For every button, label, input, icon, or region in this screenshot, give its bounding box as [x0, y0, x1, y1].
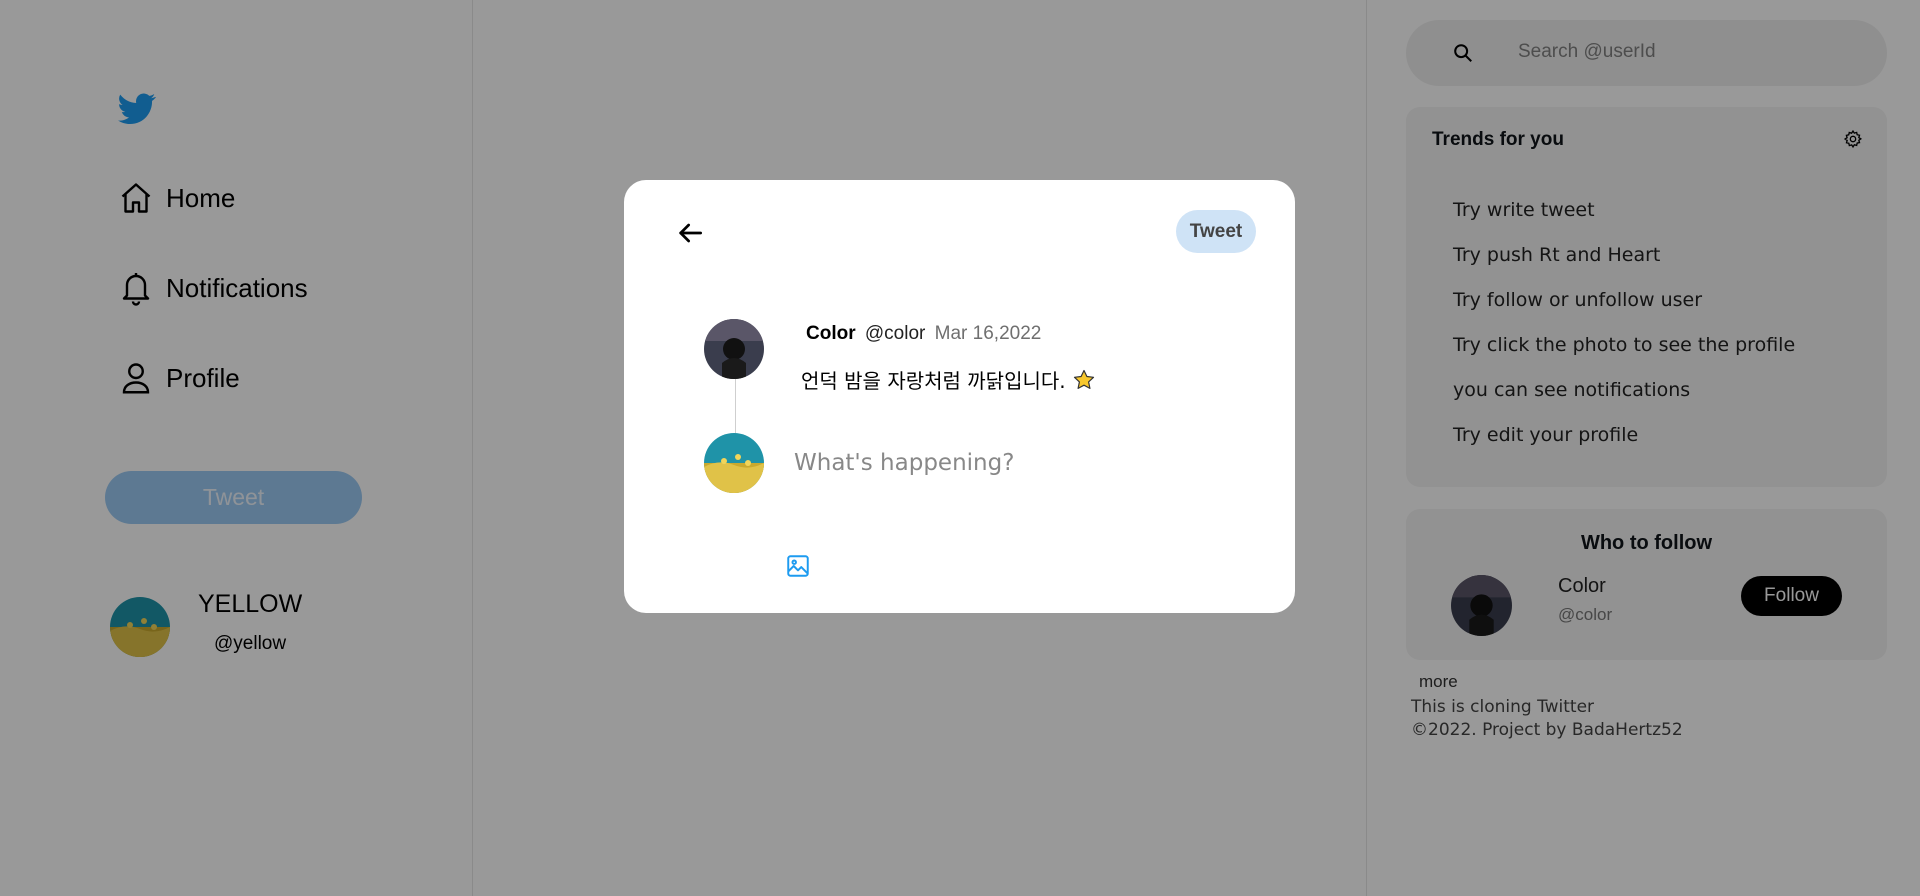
original-tweet-body: 언덕 밤을 자랑처럼 까닭입니다.: [801, 369, 1066, 393]
original-tweet-text: 언덕 밤을 자랑처럼 까닭입니다.: [801, 365, 1096, 394]
avatar[interactable]: [704, 319, 764, 379]
avatar[interactable]: [704, 433, 764, 493]
reply-modal: Tweet Color @color Mar 16,2022 언덕 밤을 자랑처…: [624, 180, 1295, 613]
original-author-handle: @color: [864, 323, 926, 344]
original-tweet-meta: Color @color Mar 16,2022: [806, 323, 1041, 345]
reply-input[interactable]: [792, 438, 1236, 488]
original-author-name: Color: [806, 323, 856, 344]
star-icon: [1073, 369, 1094, 389]
image-icon[interactable]: [785, 553, 811, 579]
back-arrow-icon[interactable]: [674, 217, 706, 249]
reply-tweet-button[interactable]: Tweet: [1176, 210, 1256, 253]
original-tweet-date: Mar 16,2022: [934, 323, 1042, 344]
thread-line: [735, 379, 736, 436]
